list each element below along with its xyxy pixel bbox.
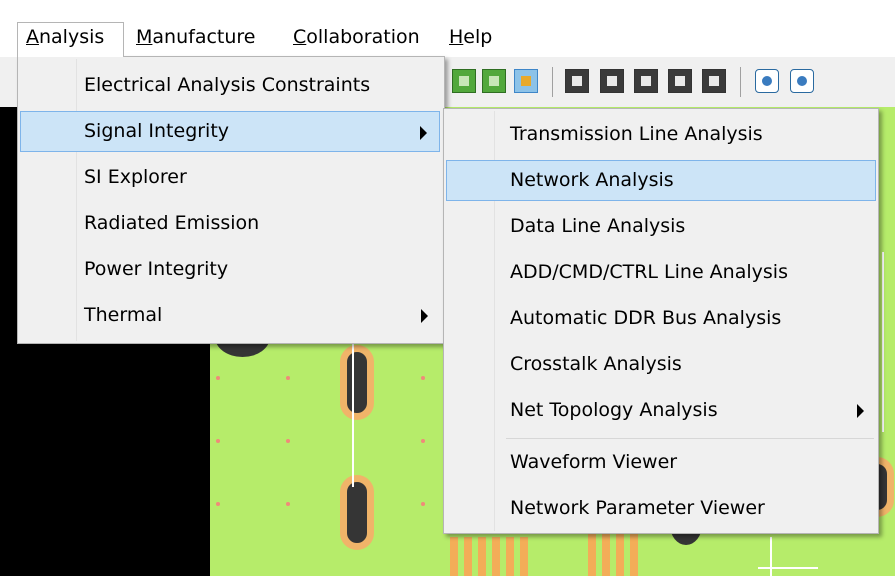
connector-finger (520, 537, 528, 576)
menu-item-transmission-line-analysis[interactable]: Transmission Line Analysis (446, 114, 876, 155)
connector-finger (492, 537, 500, 576)
menu-item-electrical-analysis-constraints[interactable]: Electrical Analysis Constraints (20, 65, 440, 106)
menu-help-mnemonic: H (449, 26, 464, 48)
menu-analysis[interactable]: Analysis (17, 22, 124, 57)
menu-item-si-explorer[interactable]: SI Explorer (20, 157, 440, 198)
toolbar-probe-icon[interactable] (514, 69, 538, 93)
menu-item-label: Thermal (84, 304, 163, 326)
menu-help-label: elp (463, 26, 493, 48)
toolbar-separator (552, 67, 553, 97)
via-dot (286, 502, 290, 506)
via-dot (421, 439, 425, 443)
menu-item-label: Signal Integrity (84, 120, 230, 142)
connector-finger (450, 537, 458, 576)
menu-item-label: Net Topology Analysis (510, 399, 718, 421)
toolbar-component-icon[interactable] (482, 69, 506, 93)
menu-item-label: Radiated Emission (84, 212, 260, 234)
analysis-menu: Electrical Analysis Constraints Signal I… (17, 56, 445, 344)
edge-connector (440, 537, 550, 576)
signal-integrity-submenu: Transmission Line Analysis Network Analy… (443, 108, 879, 534)
menu-analysis-mnemonic: A (26, 26, 39, 48)
menu-item-automatic-ddr-bus-analysis[interactable]: Automatic DDR Bus Analysis (446, 298, 876, 339)
menu-item-label: Transmission Line Analysis (510, 123, 763, 145)
menu-manufacture[interactable]: Manufacture (127, 22, 265, 57)
menu-item-network-parameter-viewer[interactable]: Network Parameter Viewer (446, 488, 876, 529)
toolbar-chip-5-icon[interactable] (702, 69, 726, 93)
trace (758, 567, 818, 569)
toolbar-chip-icon[interactable] (565, 69, 589, 93)
menu-item-label: Network Parameter Viewer (510, 497, 765, 519)
menu-item-power-integrity[interactable]: Power Integrity (20, 249, 440, 290)
toolbar-separator (740, 67, 741, 97)
menu-collaboration-mnemonic: C (293, 26, 307, 48)
via-dot (421, 376, 425, 380)
submenu-arrow-icon (421, 309, 428, 323)
menu-manufacture-label: anufacture (152, 26, 256, 48)
menu-help[interactable]: Help (440, 22, 501, 57)
menu-item-data-line-analysis[interactable]: Data Line Analysis (446, 206, 876, 247)
via-dot (286, 439, 290, 443)
trace (770, 537, 772, 576)
toolbar-chip-3-icon[interactable] (634, 69, 658, 93)
menu-separator (506, 438, 874, 439)
menu-item-label: Data Line Analysis (510, 215, 686, 237)
menu-bar: Analysis Manufacture Collaboration Help (0, 0, 895, 58)
menu-item-label: Electrical Analysis Constraints (84, 74, 371, 96)
toolbar-chip-4-icon[interactable] (668, 69, 692, 93)
menu-item-radiated-emission[interactable]: Radiated Emission (20, 203, 440, 244)
menu-item-thermal[interactable]: Thermal (20, 295, 440, 336)
menu-item-label: Network Analysis (510, 169, 674, 191)
toolbar-chip-2-icon[interactable] (600, 69, 624, 93)
menu-item-waveform-viewer[interactable]: Waveform Viewer (446, 442, 876, 483)
via-dot (286, 376, 290, 380)
menu-item-label: Crosstalk Analysis (510, 353, 682, 375)
menu-item-label: Power Integrity (84, 258, 229, 280)
menu-manufacture-mnemonic: M (136, 26, 153, 48)
menu-item-label: Waveform Viewer (510, 451, 678, 473)
toolbar-check-icon[interactable] (755, 69, 779, 93)
trace (882, 252, 884, 432)
connector-finger (478, 537, 486, 576)
toolbar-layout-icon[interactable] (452, 69, 476, 93)
via-pad (340, 475, 374, 550)
menu-item-label: SI Explorer (84, 166, 187, 188)
menu-collaboration[interactable]: Collaboration (284, 22, 429, 57)
menu-item-label: Automatic DDR Bus Analysis (510, 307, 782, 329)
via-dot (216, 502, 220, 506)
submenu-arrow-icon (857, 404, 864, 418)
menu-item-net-topology-analysis[interactable]: Net Topology Analysis (446, 390, 876, 431)
connector-finger (506, 537, 514, 576)
menu-collaboration-label: ollaboration (306, 26, 420, 48)
via-dot (421, 502, 425, 506)
menu-item-add-cmd-ctrl-line-analysis[interactable]: ADD/CMD/CTRL Line Analysis (446, 252, 876, 293)
connector-finger (464, 537, 472, 576)
menu-item-signal-integrity[interactable]: Signal Integrity (20, 111, 440, 152)
submenu-arrow-icon (420, 126, 427, 140)
menu-analysis-label: nalysis (39, 26, 105, 48)
menu-item-label: ADD/CMD/CTRL Line Analysis (510, 261, 788, 283)
menu-item-network-analysis[interactable]: Network Analysis (446, 160, 876, 201)
via-pad (340, 345, 374, 420)
via-dot (216, 439, 220, 443)
via-dot (216, 376, 220, 380)
menu-item-crosstalk-analysis[interactable]: Crosstalk Analysis (446, 344, 876, 385)
toolbar-check-2-icon[interactable] (790, 69, 814, 93)
